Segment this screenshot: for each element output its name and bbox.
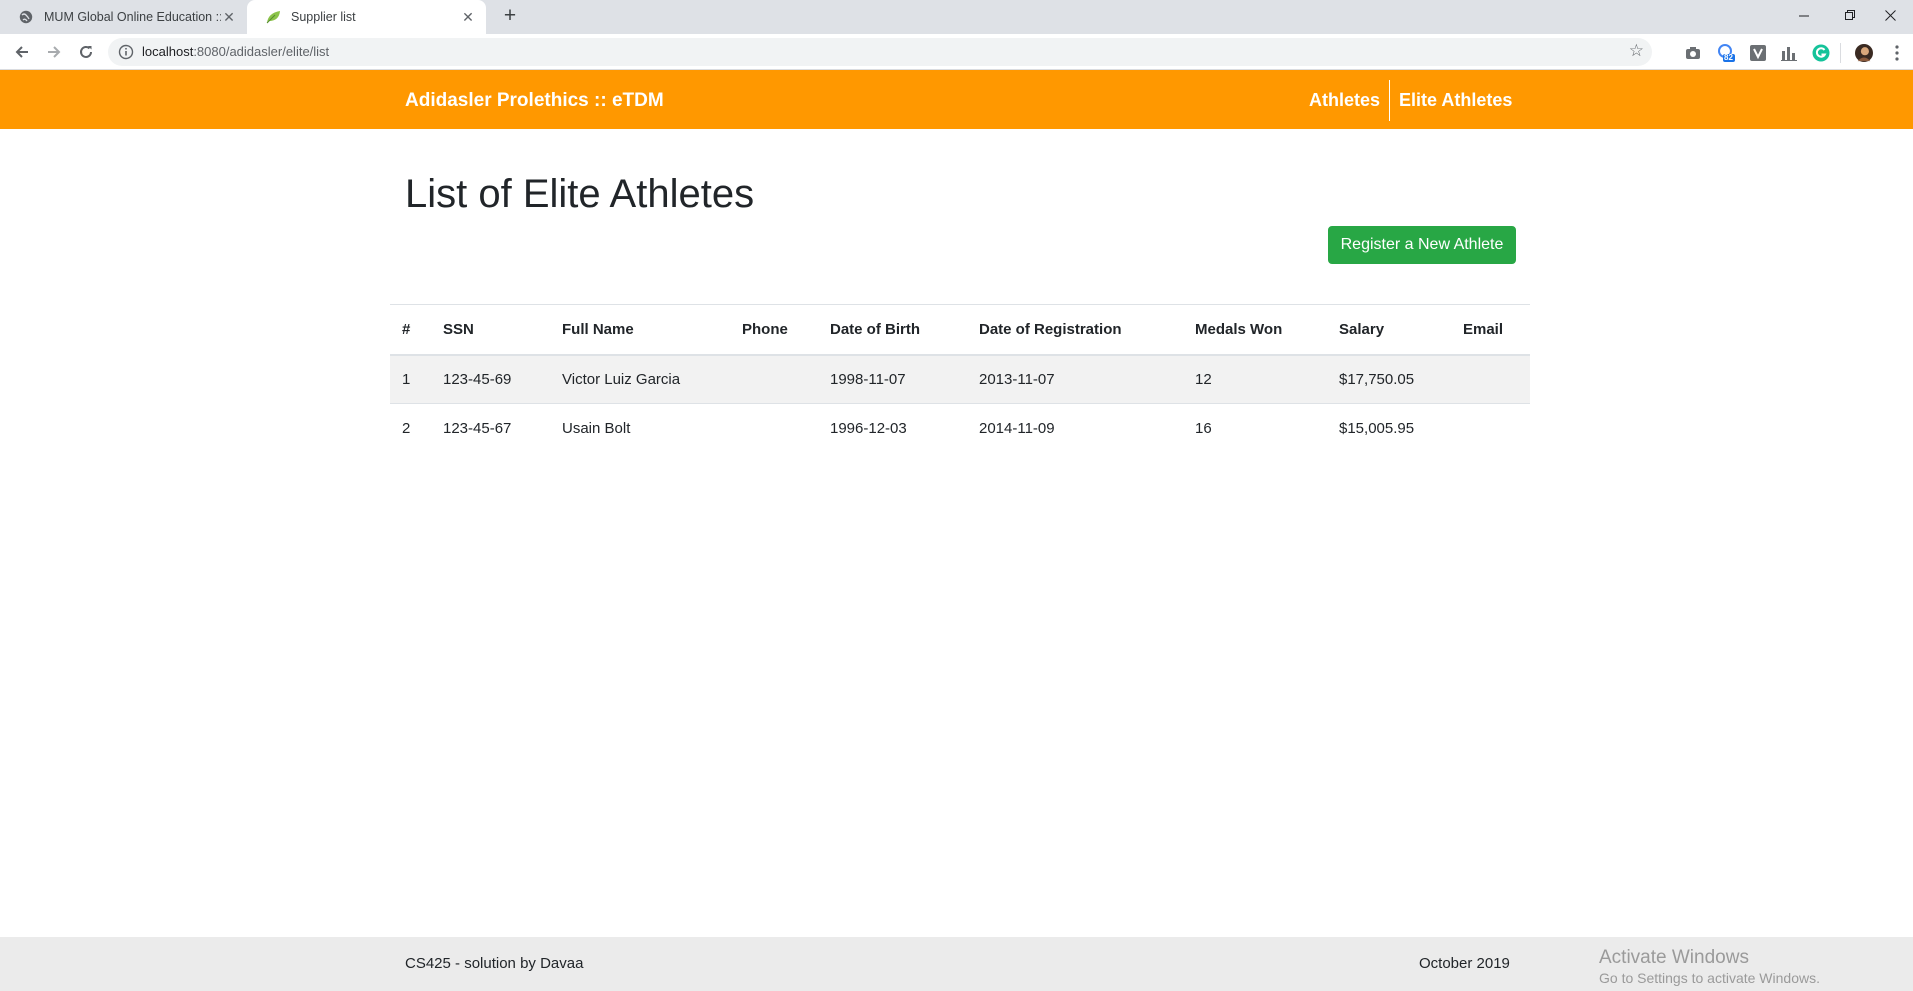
url-text: localhost:8080/adidasler/elite/list	[142, 44, 329, 59]
url-path: :8080/adidasler/elite/list	[193, 44, 330, 59]
nav-link-athletes[interactable]: Athletes	[1300, 90, 1389, 111]
minimize-icon[interactable]	[1781, 0, 1827, 30]
nav-link-elite-athletes[interactable]: Elite Athletes	[1390, 90, 1521, 111]
extension-badge-count: 82	[1724, 53, 1733, 62]
athletes-table: # SSN Full Name Phone Date of Birth Date…	[390, 304, 1530, 453]
close-tab-icon[interactable]: ✕	[460, 9, 476, 26]
column-header: Date of Registration	[967, 304, 1183, 356]
close-tab-icon[interactable]: ✕	[221, 9, 237, 26]
v-extension-icon[interactable]	[1749, 44, 1767, 62]
extension-badge-icon[interactable]: 82	[1717, 44, 1735, 62]
footer-credit: CS425 - solution by Davaa	[405, 955, 584, 972]
tab-title: MUM Global Online Education :: C	[44, 10, 221, 24]
column-header: Salary	[1327, 304, 1451, 356]
brand-link[interactable]: Adidasler Prolethics :: eTDM	[405, 90, 664, 112]
table-cell: $15,005.95	[1327, 403, 1451, 453]
table-cell: Usain Bolt	[550, 403, 730, 453]
table-row: 2 123-45-67 Usain Bolt 1996-12-03 2014-1…	[390, 403, 1530, 453]
info-icon[interactable]	[118, 44, 134, 60]
column-header: #	[390, 304, 431, 356]
table-header-row: # SSN Full Name Phone Date of Birth Date…	[390, 304, 1530, 356]
reload-icon[interactable]	[72, 38, 100, 66]
watermark-title: Activate Windows	[1599, 947, 1749, 968]
tab-title: Supplier list	[291, 10, 356, 24]
table-cell	[730, 403, 818, 453]
table-cell: 1	[390, 354, 431, 404]
table-cell: 16	[1183, 403, 1327, 453]
table-cell: 2014-11-09	[967, 403, 1183, 453]
table-cell	[730, 354, 818, 404]
watermark-subtitle: Go to Settings to activate Windows.	[1599, 970, 1820, 986]
back-arrow-icon[interactable]	[8, 38, 36, 66]
table-cell: 2	[390, 403, 431, 453]
new-tab-button[interactable]: +	[498, 5, 522, 29]
browser-tabstrip: MUM Global Online Education :: C ✕ Suppl…	[0, 0, 1913, 34]
browser-tab-mum[interactable]: MUM Global Online Education :: C ✕	[0, 0, 247, 34]
table-cell: Victor Luiz Garcia	[550, 354, 730, 404]
leaf-icon	[265, 9, 281, 25]
table-cell: 12	[1183, 354, 1327, 404]
toolbar-divider	[1840, 43, 1841, 63]
table-cell: 2013-11-07	[967, 354, 1183, 404]
table-cell	[1451, 354, 1530, 404]
forward-arrow-icon[interactable]	[40, 38, 68, 66]
column-header: Full Name	[550, 304, 730, 356]
address-bar[interactable]: localhost:8080/adidasler/elite/list ☆	[108, 38, 1652, 66]
windows-activation-watermark: Activate Windows Go to Settings to activ…	[1599, 947, 1820, 986]
column-header: Phone	[730, 304, 818, 356]
table-row: 1 123-45-69 Victor Luiz Garcia 1998-11-0…	[390, 354, 1530, 404]
table-cell: 1996-12-03	[818, 403, 967, 453]
url-host: localhost	[142, 44, 194, 59]
table-cell: $17,750.05	[1327, 354, 1451, 404]
register-athlete-button[interactable]: Register a New Athlete	[1328, 226, 1516, 264]
bar-chart-icon[interactable]	[1780, 44, 1798, 62]
page-title: List of Elite Athletes	[405, 172, 755, 216]
globe-icon	[18, 9, 34, 25]
menu-dots-icon[interactable]	[1888, 44, 1906, 62]
column-header: SSN	[431, 304, 550, 356]
table-cell: 123-45-67	[431, 403, 550, 453]
column-header: Medals Won	[1183, 304, 1327, 356]
footer-date: October 2019	[1419, 955, 1510, 972]
table-cell	[1451, 403, 1530, 453]
browser-tab-supplier-list[interactable]: Supplier list ✕	[247, 0, 486, 34]
nav-links: Athletes Elite Athletes	[1300, 80, 1521, 121]
camera-icon[interactable]	[1684, 44, 1702, 62]
grammarly-icon[interactable]	[1812, 44, 1830, 62]
avatar[interactable]	[1855, 44, 1873, 62]
close-window-icon[interactable]	[1867, 0, 1913, 30]
table-cell: 123-45-69	[431, 354, 550, 404]
browser-toolbar: localhost:8080/adidasler/elite/list ☆ 82	[0, 34, 1913, 70]
bookmark-star-icon[interactable]: ☆	[1629, 42, 1644, 60]
column-header: Date of Birth	[818, 304, 967, 356]
table-cell: 1998-11-07	[818, 354, 967, 404]
column-header: Email	[1451, 304, 1530, 356]
top-navbar: Adidasler Prolethics :: eTDM Athletes El…	[0, 70, 1913, 129]
